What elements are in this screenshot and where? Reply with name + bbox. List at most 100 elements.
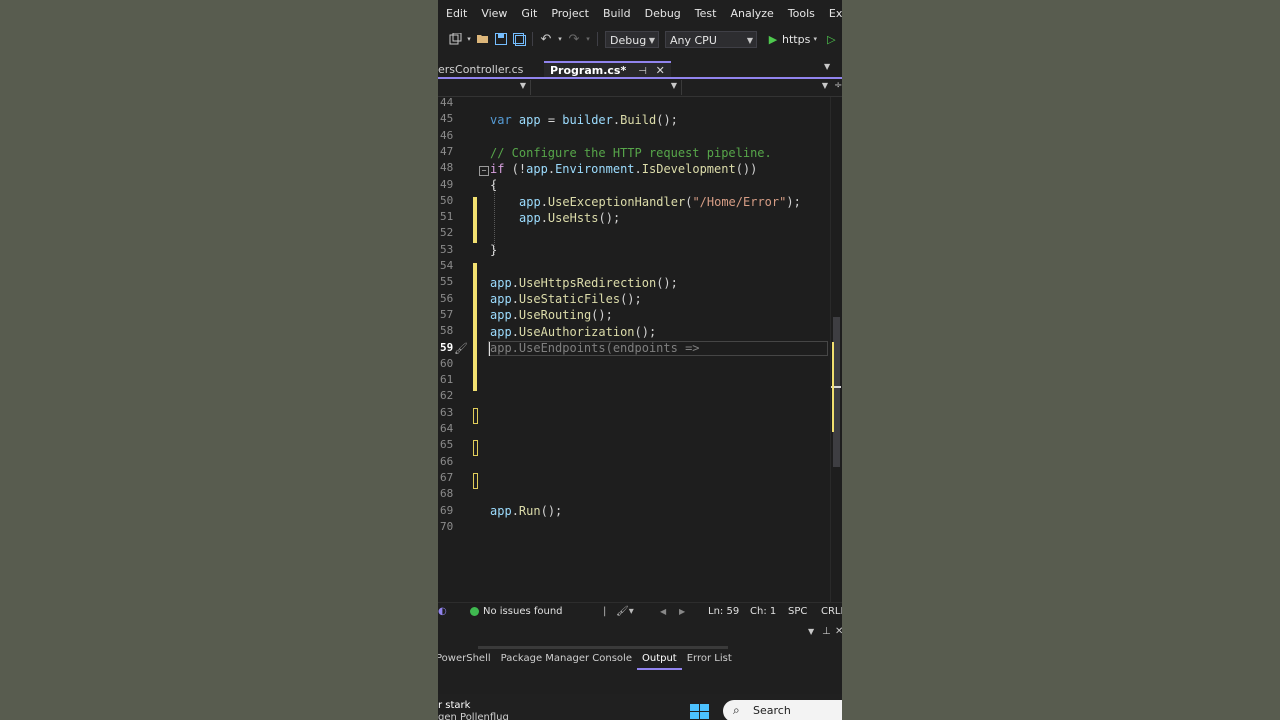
next-icon[interactable]: ▶ — [679, 603, 685, 621]
punctuation: { — [490, 178, 498, 192]
chevron-down-icon[interactable]: ▼ — [808, 627, 814, 636]
active-tab-underline — [438, 77, 842, 79]
member-dropdown[interactable]: ▼ — [682, 80, 832, 95]
menu-test[interactable]: Test — [688, 0, 724, 28]
method-name: UseExceptionHandler — [547, 195, 686, 209]
start-without-debugging-icon[interactable]: ▷ — [824, 32, 838, 46]
menu-bar: Edit View Git Project Build Debug Test A… — [438, 0, 842, 28]
menu-analyze[interactable]: Analyze — [723, 0, 780, 28]
change-marker — [473, 408, 478, 424]
chevron-down-icon[interactable]: ▾ — [585, 32, 591, 46]
tab-output[interactable]: Output — [636, 650, 682, 670]
close-icon[interactable]: ✕ — [835, 626, 842, 637]
project-dropdown[interactable]: ▼ — [438, 80, 531, 95]
taskbar-search-box[interactable]: ⌕ Search — [723, 700, 842, 720]
punctuation: (); — [598, 211, 621, 225]
menu-build[interactable]: Build — [596, 0, 638, 28]
pin-icon[interactable]: ⊥ — [822, 626, 831, 637]
check-circle-icon — [470, 607, 479, 616]
menu-tools[interactable]: Tools — [781, 0, 822, 28]
menu-git[interactable]: Git — [514, 0, 544, 28]
menu-project[interactable]: Project — [544, 0, 596, 28]
brush-icon[interactable]: 🖌▾ — [616, 603, 634, 621]
identifier: app — [490, 504, 512, 518]
chevron-down-icon[interactable]: ▾ — [812, 32, 818, 46]
solution-platform-dropdown[interactable]: Any CPU ▼ — [665, 30, 757, 48]
tab-controller[interactable]: ersController.cs — [438, 61, 540, 78]
bottom-panel-tabs: PowerShell Package Manager Console Outpu… — [438, 650, 842, 670]
tab-label: ersController.cs — [438, 63, 524, 76]
run-target-label[interactable]: https — [782, 33, 810, 46]
line-number: 66 — [440, 454, 454, 468]
chevron-down-icon: ▼ — [821, 81, 828, 90]
column-indicator[interactable]: Ch: 1 — [750, 603, 776, 621]
menu-view[interactable]: View — [474, 0, 514, 28]
line-number: 68 — [440, 487, 454, 501]
tab-list-dropdown-icon[interactable]: ▼ — [824, 62, 830, 71]
code-line-47: // Configure the HTTP request pipeline. — [438, 145, 830, 161]
punctuation: (); — [620, 292, 642, 306]
platform-value: Any CPU — [670, 33, 717, 47]
navigation-bar: ▼ ▼ ▼ ÷ — [438, 80, 842, 97]
identifier: builder — [562, 113, 613, 127]
chevron-down-icon[interactable]: ▾ — [557, 32, 563, 46]
line-number: 63 — [440, 405, 454, 419]
copilot-icon[interactable]: ◐ — [438, 603, 447, 621]
pin-icon[interactable]: ⊣ — [638, 66, 647, 77]
menu-extensions[interactable]: Extensio — [822, 0, 842, 28]
punctuation: (); — [634, 325, 657, 339]
chevron-down-icon[interactable]: ▾ — [466, 32, 472, 46]
open-folder-icon[interactable] — [476, 32, 490, 46]
keyword: if — [490, 162, 505, 176]
type-dropdown[interactable]: ▼ — [531, 80, 682, 95]
identifier: app — [526, 162, 548, 176]
line-number: 67 — [440, 470, 454, 484]
scrollbar-thumb[interactable] — [833, 317, 840, 467]
panel-toolbar-strip — [478, 646, 728, 649]
tab-package-manager-console[interactable]: Package Manager Console — [496, 650, 637, 670]
windows-start-icon[interactable] — [690, 704, 710, 720]
previous-icon[interactable]: ◀ — [660, 603, 666, 621]
code-editor[interactable]: 44 45 46 47 48 49 50 51 52 53 54 55 56 57 58 59 60 61 62 63… — [438, 96, 830, 602]
identifier: app — [518, 113, 541, 127]
toolbar-separator — [532, 32, 533, 46]
tab-powershell[interactable]: PowerShell — [438, 650, 496, 670]
string-literal: "/Home/Error" — [692, 195, 787, 209]
chevron-down-icon: ▼ — [670, 81, 677, 90]
line-ending-indicator[interactable]: CRLF — [821, 603, 842, 621]
issues-status[interactable]: No issues found — [483, 603, 563, 621]
whitespace-indicator[interactable]: SPC — [788, 603, 807, 621]
method-name: Run — [518, 504, 541, 518]
punctuation: (); — [656, 113, 678, 127]
line-number: 62 — [440, 389, 454, 403]
tab-error-list[interactable]: Error List — [682, 650, 737, 670]
undo-icon[interactable]: ↶ — [539, 32, 553, 47]
change-marker — [473, 473, 478, 489]
redo-icon[interactable]: ↷ — [567, 32, 581, 47]
line-number: 60 — [440, 356, 454, 370]
solution-configuration-dropdown[interactable]: Debug ▼ — [605, 30, 659, 48]
method-name: UseStaticFiles — [518, 292, 621, 306]
tab-program-cs[interactable]: Program.cs* ⊣ ✕ — [544, 61, 671, 78]
start-debugging-icon[interactable]: ▶ — [766, 32, 780, 46]
operator: = — [540, 113, 563, 127]
line-indicator[interactable]: Ln: 59 — [708, 603, 739, 621]
method-name: UseHsts — [547, 211, 599, 225]
method-name: IsDevelopment — [641, 162, 736, 176]
punctuation: ()) — [735, 162, 758, 176]
inline-suggestion[interactable]: app.UseEndpoints(endpoints => — [490, 340, 700, 356]
save-icon[interactable] — [494, 32, 508, 46]
save-all-icon[interactable] — [512, 32, 526, 46]
new-item-icon[interactable] — [448, 32, 462, 46]
keyword: var — [490, 113, 512, 127]
menu-debug[interactable]: Debug — [638, 0, 688, 28]
code-line-45: var app = builder.Build(); — [490, 113, 678, 127]
vertical-scrollbar[interactable] — [830, 97, 842, 602]
code-line-57: app.UseRouting(); — [490, 308, 613, 322]
split-editor-icon[interactable]: ÷ — [834, 80, 842, 91]
status-separator: | — [603, 606, 607, 617]
punctuation: . — [547, 162, 556, 176]
method-name: UseAuthorization — [518, 325, 635, 339]
menu-edit[interactable]: Edit — [438, 0, 474, 28]
close-icon[interactable]: ✕ — [656, 64, 665, 77]
